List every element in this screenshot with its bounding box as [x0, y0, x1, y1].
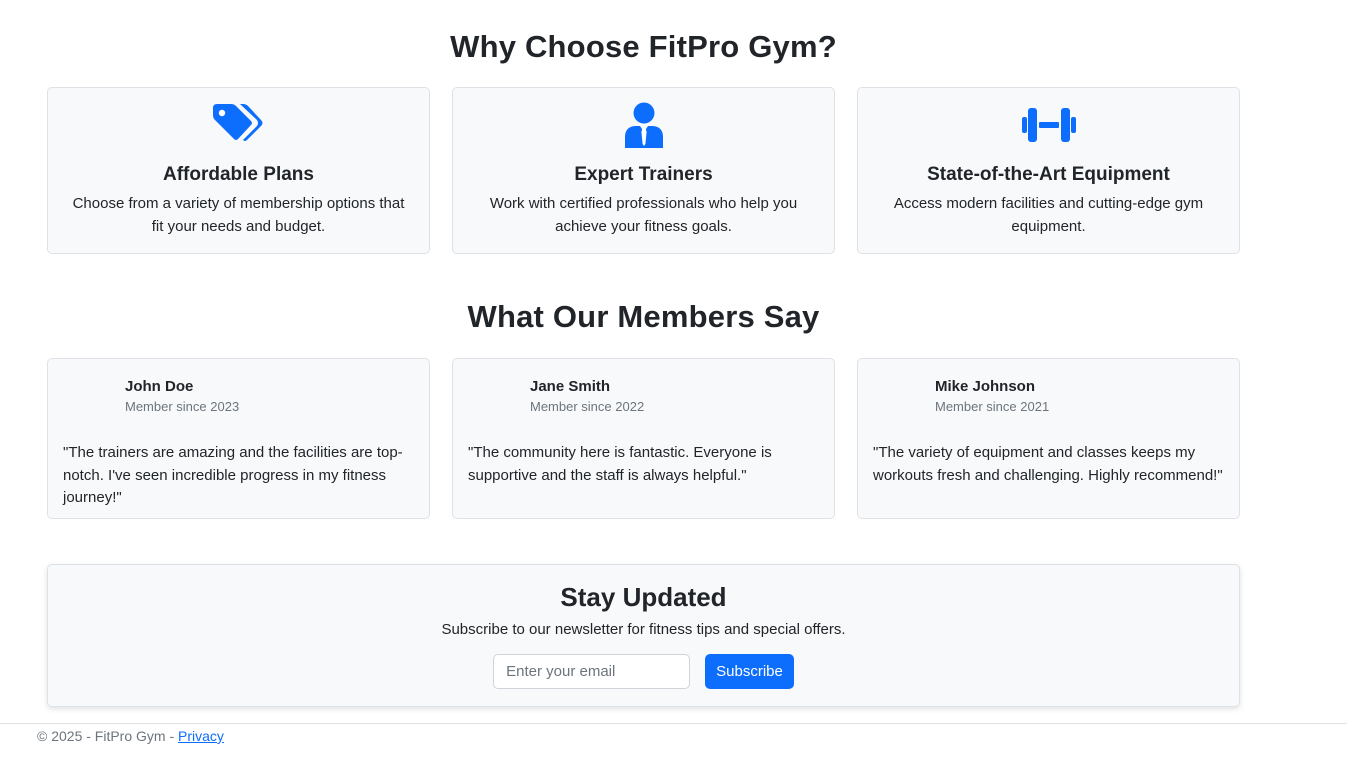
member-since: Member since 2021: [935, 399, 1050, 414]
feature-card-expert-trainers: Expert Trainers Work with certified prof…: [452, 87, 835, 254]
testimonial-header: Jane Smith Member since 2022: [468, 377, 819, 425]
testimonial-header: Mike Johnson Member since 2021: [873, 377, 1224, 425]
member-since: Member since 2022: [530, 399, 645, 414]
testimonial-header: John Doe Member since 2023: [63, 377, 414, 425]
member-name: John Doe: [125, 378, 194, 395]
member-name: Jane Smith: [530, 378, 611, 395]
testimonials-row: John Doe Member since 2023 "The trainers…: [47, 358, 1240, 519]
testimonial-quote: "The community here is fantastic. Everyo…: [468, 444, 772, 484]
feature-description: Work with certified professionals who he…: [489, 195, 798, 235]
avatar: [66, 377, 114, 425]
member-since: Member since 2023: [125, 399, 240, 414]
feature-title: Expert Trainers: [574, 164, 713, 185]
member-info: Mike Johnson Member since 2021: [935, 377, 1049, 414]
testimonials-section-title: What Our Members Say: [467, 299, 820, 334]
feature-card-affordable-plans: Affordable Plans Choose from a variety o…: [47, 87, 430, 254]
privacy-link[interactable]: Privacy: [178, 728, 224, 744]
newsletter-description: Subscribe to our newsletter for fitness …: [441, 621, 846, 638]
footer-text: © 2025 - FitPro Gym - Privacy: [37, 728, 224, 744]
footer: © 2025 - FitPro Gym - Privacy: [0, 723, 1347, 772]
page: Why Choose FitPro Gym? Affordable Plans …: [0, 0, 1347, 772]
tags-icon: [212, 104, 262, 141]
testimonial-card: Jane Smith Member since 2022 "The commun…: [452, 358, 835, 519]
member-info: John Doe Member since 2023: [125, 377, 239, 414]
feature-description: Choose from a variety of membership opti…: [72, 195, 405, 235]
feature-description: Access modern facilities and cutting-edg…: [893, 195, 1204, 235]
subscribe-button[interactable]: Subscribe: [705, 654, 794, 689]
copyright-text: © 2025 - FitPro Gym -: [37, 728, 179, 744]
testimonial-card: John Doe Member since 2023 "The trainers…: [47, 358, 430, 519]
member-info: Jane Smith Member since 2022: [530, 377, 644, 414]
testimonial-quote: "The variety of equipment and classes ke…: [873, 444, 1223, 484]
testimonial-quote: "The trainers are amazing and the facili…: [63, 444, 403, 506]
feature-title: State-of-the-Art Equipment: [927, 164, 1170, 185]
newsletter-panel: Stay Updated Subscribe to our newsletter…: [47, 564, 1240, 707]
person-tie-icon: [624, 102, 663, 148]
newsletter-title: Stay Updated: [560, 582, 727, 612]
features-row: Affordable Plans Choose from a variety o…: [47, 87, 1240, 254]
testimonial-card: Mike Johnson Member since 2021 "The vari…: [857, 358, 1240, 519]
feature-card-equipment: State-of-the-Art Equipment Access modern…: [857, 87, 1240, 254]
feature-title: Affordable Plans: [163, 164, 314, 185]
dumbbell-icon: [1021, 108, 1076, 142]
email-input[interactable]: [493, 654, 691, 689]
member-name: Mike Johnson: [935, 378, 1036, 395]
avatar: [471, 377, 519, 425]
avatar: [876, 377, 924, 425]
subscribe-form: Subscribe: [48, 654, 1239, 689]
features-section-title: Why Choose FitPro Gym?: [450, 29, 837, 64]
